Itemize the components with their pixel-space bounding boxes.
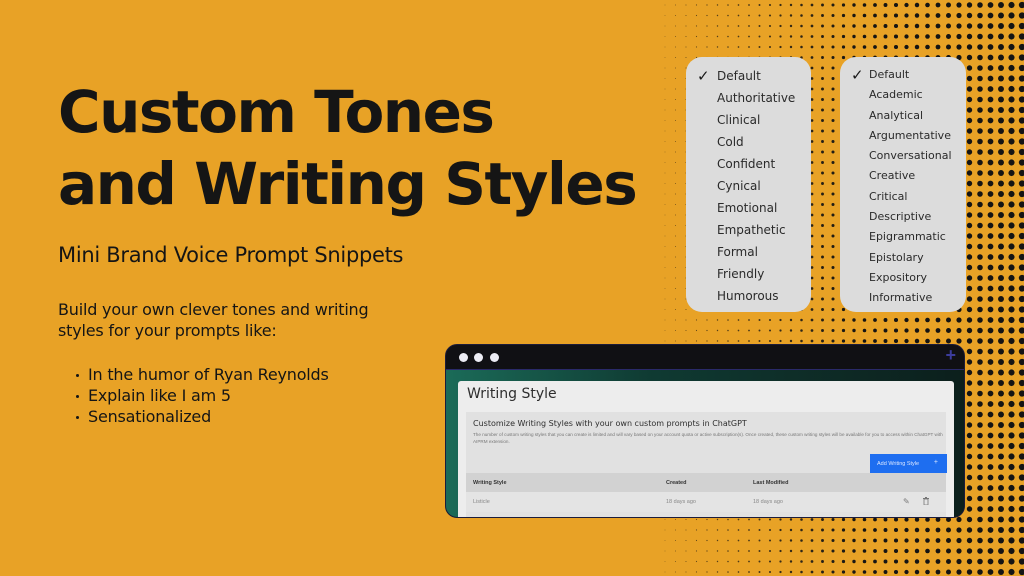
tone-menu-item[interactable]: Confident [686,154,811,176]
trash-icon[interactable] [923,497,929,505]
style-menu-item-label: Analytical [869,108,924,122]
style-menu-item-label: Creative [869,169,916,183]
column-header-created[interactable]: Created [666,480,686,486]
column-header-last-modified[interactable]: Last Modified [753,480,788,486]
tone-menu-item-label: Cynical [717,179,761,193]
tone-menu-item[interactable]: Friendly [686,264,811,286]
tone-menu-item-label: Formal [717,245,758,259]
style-menu-item[interactable]: Creative [840,167,966,187]
style-menu-item-label: Informative [869,291,933,305]
add-button-label: Add Writing Style [877,460,920,467]
style-menu-item[interactable]: Expository [840,269,966,289]
subtitle: Mini Brand Voice Prompt Snippets [58,243,404,267]
example-item: Explain like I am 5 [72,385,329,406]
title-line-2: and Writing Styles [58,150,638,218]
style-menu-item[interactable]: Epistolary [840,249,966,269]
style-menu-item-label: Argumentative [869,128,951,142]
style-menu-item[interactable]: Informative [840,289,966,309]
style-menu-item[interactable]: Academic [840,86,966,106]
style-menu-item[interactable]: Argumentative [840,127,966,147]
writing-style-panel: Writing Style Customize Writing Styles w… [458,381,954,517]
tone-menu-item-label: Authoritative [717,91,796,105]
table-row[interactable]: Listicle 18 days ago 18 days ago ✎ [466,492,946,512]
tone-menu-item[interactable]: Emotional [686,198,811,220]
tone-menu-item[interactable]: ✓ Default [686,66,811,88]
style-menu-item-label: Default [869,68,910,81]
style-menu-item[interactable]: ✓ Default [840,66,966,86]
window-maximize-dot[interactable] [490,353,499,362]
intro-text: Build your own clever tones and writing … [58,300,369,340]
window-minimize-dot[interactable] [474,353,483,362]
style-menu-item-label: Epigrammatic [869,230,946,244]
style-menu-item[interactable]: Conversational [840,147,966,167]
style-menu-item[interactable]: Analytical [840,107,966,127]
example-item: Sensationalized [72,406,329,427]
tone-menu-item-label: Cold [717,135,744,149]
writing-style-dropdown-menu: ✓ Default Academic Analytical Argumentative C… [840,57,966,312]
style-menu-item-label: Academic [869,88,923,102]
style-menu-item[interactable]: Critical [840,188,966,208]
style-menu-item-label: Conversational [869,149,952,163]
tone-menu-item-label: Friendly [717,267,765,281]
app-window: + Writing Style Customize Writing Styles… [445,344,965,518]
tone-menu-item[interactable]: Formal [686,242,811,264]
tone-dropdown-menu: ✓ Default Authoritative Clinical Cold Confide… [686,57,811,312]
example-list: In the humor of Ryan Reynolds Explain li… [72,364,329,427]
table-header: Writing Style Created Last Modified [466,473,946,492]
style-menu-item-label: Epistolary [869,250,924,264]
writing-style-card: Customize Writing Styles with your own c… [466,412,947,517]
page-title: Custom Tones and Writing Styles [58,76,638,220]
tone-menu-item[interactable]: Clinical [686,110,811,132]
checkmark-icon: ✓ [697,67,710,85]
edit-pencil-icon[interactable]: ✎ [903,497,910,506]
tone-menu-item[interactable]: Empathetic [686,220,811,242]
tone-menu-item-label: Default [717,69,761,83]
panel-title: Writing Style [467,386,557,402]
card-description: The number of custom writing styles that… [473,432,943,444]
card-heading: Customize Writing Styles with your own c… [473,419,747,428]
tone-menu-item[interactable]: Authoritative [686,88,811,110]
tone-menu-item-label: Humorous [717,289,779,303]
add-writing-style-button[interactable]: Add Writing Style + [870,454,947,473]
tone-menu-item-label: Empathetic [717,223,786,237]
tone-menu-item-label: Clinical [717,113,761,127]
style-menu-item-label: Critical [869,189,908,203]
checkmark-icon: ✓ [851,66,864,84]
tone-menu-item[interactable]: Humorous [686,286,811,308]
style-menu-item[interactable]: Epigrammatic [840,228,966,248]
window-close-dot[interactable] [459,353,468,362]
plus-icon: + [933,459,938,466]
tone-menu-item[interactable]: Cynical [686,176,811,198]
style-menu-item-label: Expository [869,270,928,284]
row-created: 18 days ago [666,499,696,505]
row-last-modified: 18 days ago [753,499,783,505]
tone-menu-item-label: Emotional [717,201,778,215]
column-header-writing-style[interactable]: Writing Style [473,480,507,486]
style-menu-item[interactable]: Descriptive [840,208,966,228]
window-body: Writing Style Customize Writing Styles w… [446,370,964,517]
style-menu-item-label: Descriptive [869,210,932,224]
example-item: In the humor of Ryan Reynolds [72,364,329,385]
new-tab-plus-icon[interactable]: + [945,345,956,366]
tone-menu-item[interactable]: Cold [686,132,811,154]
tone-menu-item-label: Confident [717,157,776,171]
row-writing-style: Listicle [473,499,490,505]
title-line-1: Custom Tones [58,78,495,146]
window-titlebar: + [446,345,964,370]
